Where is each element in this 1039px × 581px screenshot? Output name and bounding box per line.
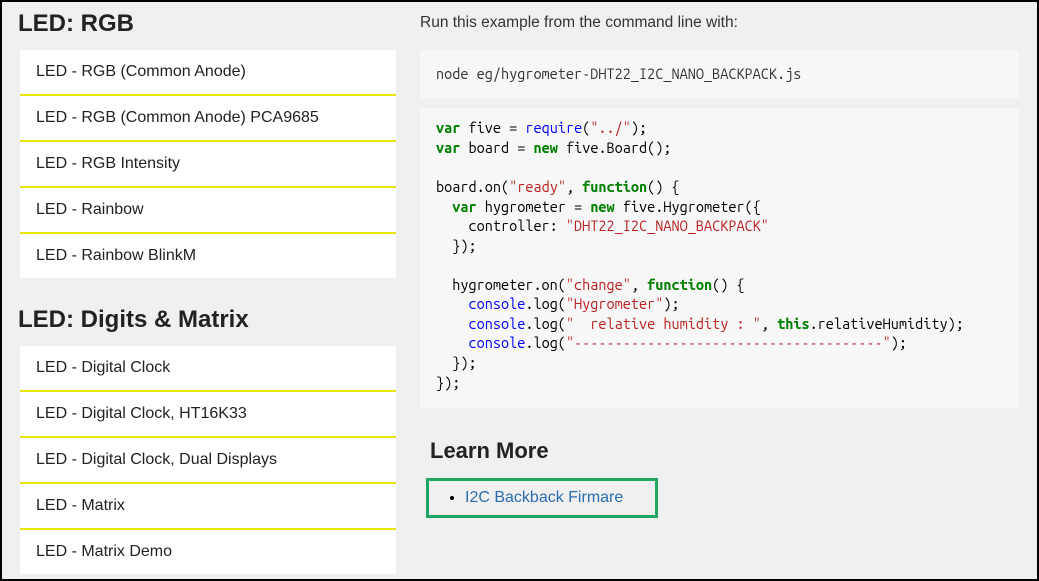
nav-item[interactable]: LED - Digital Clock: [20, 346, 396, 392]
nav-item[interactable]: LED - Matrix Demo: [20, 530, 396, 574]
nav-item[interactable]: LED - RGB Intensity: [20, 142, 396, 188]
nav-item[interactable]: LED - RGB (Common Anode): [20, 50, 396, 96]
nav-item[interactable]: LED - Digital Clock, Dual Displays: [20, 438, 396, 484]
learn-more-box: I2C Backback Firmare: [426, 478, 658, 518]
learn-more-heading: Learn More: [430, 438, 1019, 464]
nav-item[interactable]: LED - Rainbow: [20, 188, 396, 234]
nav-list-led-rgb: LED - RGB (Common Anode) LED - RGB (Comm…: [20, 50, 396, 278]
section-title-led-digits: LED: Digits & Matrix: [18, 306, 402, 334]
code-block: var five = require("../"); var board = n…: [420, 108, 1019, 408]
nav-list-led-digits: LED - Digital Clock LED - Digital Clock,…: [20, 346, 396, 574]
nav-item[interactable]: LED - Matrix: [20, 484, 396, 530]
nav-item[interactable]: LED - Digital Clock, HT16K33: [20, 392, 396, 438]
nav-item[interactable]: LED - RGB (Common Anode) PCA9685: [20, 96, 396, 142]
command-block: node eg/hygrometer-DHT22_I2C_NANO_BACKPA…: [420, 50, 1019, 98]
learn-more-link[interactable]: I2C Backback Firmare: [465, 489, 623, 506]
section-title-led-rgb: LED: RGB: [18, 10, 402, 38]
nav-item[interactable]: LED - Rainbow BlinkM: [20, 234, 396, 278]
intro-text: Run this example from the command line w…: [420, 14, 1019, 32]
